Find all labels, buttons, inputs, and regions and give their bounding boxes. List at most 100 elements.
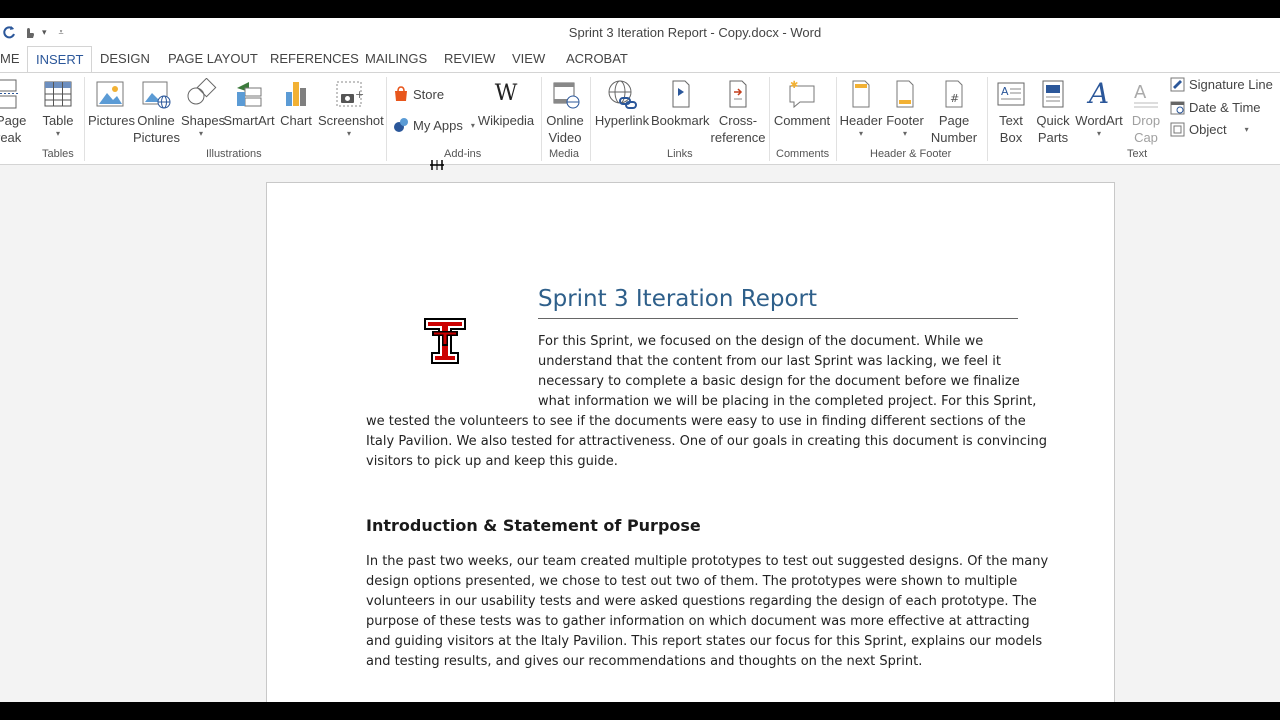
- tab-view[interactable]: VIEW: [512, 51, 545, 66]
- svg-text:✱: ✱: [790, 80, 798, 91]
- bookmark-icon: [672, 80, 690, 108]
- double-t-logo: [423, 317, 467, 370]
- cross-reference-button[interactable]: Cross- reference: [710, 78, 766, 146]
- shapes-button[interactable]: Shapes ▾: [181, 78, 225, 139]
- signature-line-button[interactable]: Signature Line ▾: [1170, 77, 1280, 92]
- screenshot-dropdown-icon: ▾: [346, 129, 351, 138]
- wordart-icon: A: [1088, 77, 1110, 110]
- page-number-button[interactable]: # Page Number: [926, 78, 982, 146]
- separator: [541, 77, 542, 161]
- quick-parts-icon: [1042, 80, 1064, 108]
- body-line: and guiding visitors at the Italy Pavili…: [366, 634, 1043, 649]
- chart-icon: [286, 82, 306, 106]
- pictures-icon: [96, 81, 124, 107]
- group-label-text: Text: [1127, 148, 1148, 160]
- object-dropdown-icon: ▾: [1244, 125, 1249, 134]
- separator: [386, 77, 387, 161]
- ribbon-tabs: ME INSERT DESIGN PAGE LAYOUT REFERENCES …: [0, 46, 1280, 73]
- tab-acrobat[interactable]: ACROBAT: [566, 51, 628, 66]
- my-apps-dropdown-icon: ▾: [470, 120, 475, 130]
- svg-text:A: A: [1134, 82, 1147, 103]
- header-dropdown-icon: ▾: [858, 129, 863, 138]
- online-video-button[interactable]: Online Video: [544, 78, 586, 146]
- comment-button[interactable]: ✱ Comment: [772, 78, 832, 129]
- separator: [769, 77, 770, 161]
- store-icon: [395, 86, 407, 101]
- shapes-icon: [187, 78, 217, 105]
- shapes-dropdown-icon: ▾: [198, 129, 203, 138]
- tab-home[interactable]: ME: [0, 51, 20, 66]
- object-button[interactable]: Object ▾: [1170, 122, 1249, 137]
- document-page[interactable]: Sprint 3 Iteration Report For this Sprin…: [266, 182, 1115, 702]
- wikipedia-button[interactable]: W Wikipedia: [476, 78, 536, 129]
- footer-button[interactable]: Footer ▾: [884, 78, 926, 139]
- separator: [987, 77, 988, 161]
- calendar-icon: [1170, 101, 1185, 115]
- top-black-bar: [0, 0, 1280, 18]
- store-button[interactable]: Store: [393, 86, 444, 102]
- hyperlink-icon: [608, 80, 637, 109]
- footer-icon: [896, 80, 914, 108]
- header-icon: [852, 80, 870, 108]
- table-button[interactable]: Table ▾: [38, 78, 78, 139]
- pictures-button[interactable]: Pictures: [88, 78, 135, 129]
- intro-line: For this Sprint, we focused on the desig…: [538, 334, 984, 349]
- body-line: and testing results, and gives our recom…: [366, 654, 923, 669]
- intro-line: necessary to complete a basic design for…: [538, 374, 1020, 389]
- intro-line: what information we will be placing in t…: [538, 394, 1037, 409]
- smartart-icon: [237, 82, 262, 107]
- wikipedia-icon: W: [494, 81, 518, 106]
- svg-text:A: A: [1001, 85, 1009, 98]
- tab-insert[interactable]: INSERT: [27, 46, 93, 73]
- online-video-icon: [553, 82, 580, 109]
- bottom-black-bar: [0, 702, 1280, 720]
- ribbon-insert: Page reak Table ▾ Tables Pictures Online…: [0, 72, 1280, 165]
- group-label-media: Media: [549, 148, 579, 160]
- tab-page-layout[interactable]: PAGE LAYOUT: [168, 51, 258, 66]
- hyperlink-button[interactable]: Hyperlink: [594, 78, 650, 129]
- screenshot-button[interactable]: + Screenshot ▾: [318, 78, 384, 139]
- group-label-addins: Add-ins: [444, 148, 482, 160]
- page-number-icon: #: [945, 80, 963, 108]
- footer-dropdown-icon: ▾: [902, 129, 907, 138]
- body-line: volunteers in our usability tests and we…: [366, 594, 1037, 609]
- wordart-dropdown-icon: ▾: [1096, 129, 1101, 138]
- my-apps-icon: [394, 118, 408, 132]
- tab-references[interactable]: REFERENCES: [270, 51, 359, 66]
- group-label-links: Links: [667, 148, 693, 160]
- bookmark-button[interactable]: Bookmark: [651, 78, 710, 129]
- window-title: Sprint 3 Iteration Report - Copy.docx - …: [568, 25, 822, 40]
- body-line: design options presented, we chose to te…: [366, 574, 1018, 589]
- online-pictures-button[interactable]: Online Pictures: [133, 78, 180, 146]
- chart-button[interactable]: Chart: [277, 78, 315, 129]
- wordart-button[interactable]: A WordArt ▾: [1074, 78, 1124, 139]
- page-break-icon: [0, 79, 18, 109]
- intro-line: Italy Pavilion. We also tested for attra…: [366, 434, 1047, 449]
- smartart-button[interactable]: SmartArt: [223, 78, 275, 129]
- signature-line-icon: [1170, 77, 1185, 92]
- separator: [836, 77, 837, 161]
- tab-mailings[interactable]: MAILINGS: [365, 51, 427, 66]
- tab-review[interactable]: REVIEW: [444, 51, 495, 66]
- group-label-illustrations: Illustrations: [206, 148, 262, 160]
- table-icon: [44, 81, 72, 107]
- text-box-icon: A: [997, 82, 1025, 106]
- text-box-button[interactable]: A Text Box: [991, 78, 1031, 146]
- tab-design[interactable]: DESIGN: [100, 51, 150, 66]
- online-pictures-icon: [142, 81, 171, 109]
- separator: [590, 77, 591, 161]
- intro-line: we tested the volunteers to see if the d…: [366, 414, 1026, 429]
- date-time-button[interactable]: Date & Time: [1170, 100, 1261, 115]
- intro-line: understand that the content from our las…: [538, 354, 1001, 369]
- my-apps-button[interactable]: My Apps ▾: [393, 117, 475, 133]
- page-break-button[interactable]: Page reak: [0, 78, 26, 146]
- header-button[interactable]: Header ▾: [839, 78, 883, 139]
- svg-text:+: +: [355, 88, 364, 101]
- title-bar: ▾ ⩡ Sprint 3 Iteration Report - Copy.doc…: [0, 18, 1280, 46]
- quick-parts-button[interactable]: Quick Parts: [1032, 78, 1074, 146]
- drop-cap-button[interactable]: A Drop Cap: [1126, 78, 1166, 146]
- body-line: In the past two weeks, our team created …: [366, 554, 1049, 569]
- document-canvas: Sprint 3 Iteration Report For this Sprin…: [0, 165, 1280, 702]
- svg-text:#: #: [950, 92, 959, 105]
- resize-cursor-icon: [429, 157, 445, 176]
